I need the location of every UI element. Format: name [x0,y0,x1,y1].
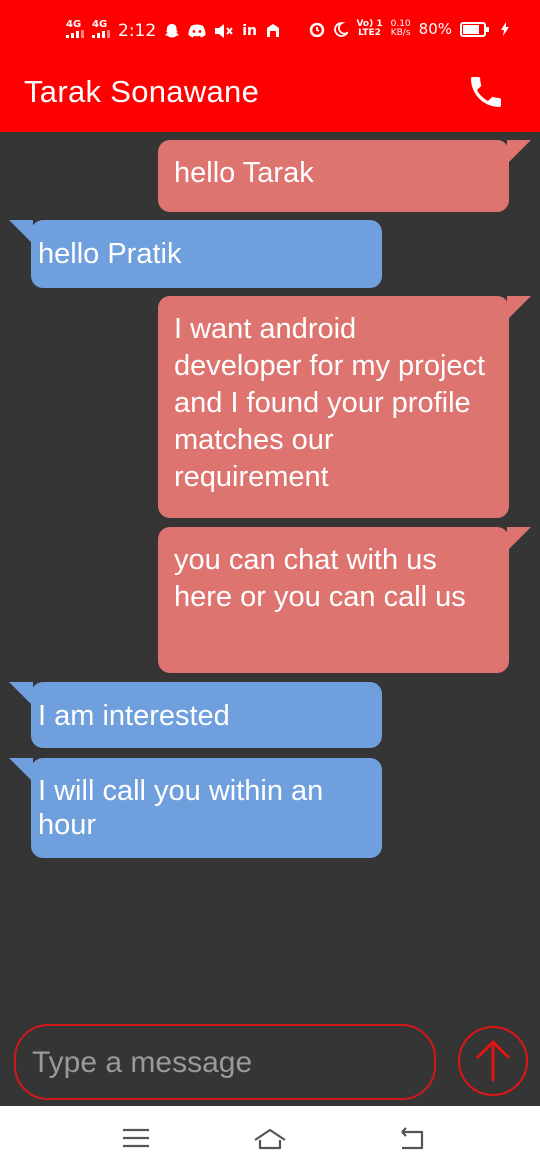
moon-icon [334,21,349,37]
home-icon [254,1128,286,1150]
sim1-signal-icon: 4G [66,20,84,41]
speed-unit: KB/s [390,28,411,38]
menu-icon [123,1128,149,1148]
status-bar-left: 4G 4G 2:12 in [66,20,281,41]
back-button[interactable] [394,1122,430,1154]
sent-message-bubble[interactable]: you can chat with us here or you can cal… [158,527,531,673]
network-type: Vo) 1 LTE2 [356,20,382,38]
status-bar-right: Vo) 1 LTE2 0.10 KB/s 80% [309,20,510,38]
message-text: I am interested [38,700,230,732]
back-icon [401,1127,424,1150]
phone-icon [471,77,501,107]
alarm-icon [310,22,325,37]
received-message-bubble[interactable]: I am interested [9,682,382,748]
call-button[interactable] [466,72,506,112]
sent-message-bubble[interactable]: hello Tarak [158,140,531,212]
status-time: 2:12 [118,20,157,41]
sim1-label: 4G [66,19,82,30]
message-text: hello Tarak [174,157,314,189]
linkedin-icon: in [242,22,257,39]
battery-fill [463,24,479,34]
chat-title: Tarak Sonawane [24,74,260,109]
sent-message-bubble[interactable]: I want android developer for my project … [158,296,531,518]
battery-percent: 80% [418,20,452,38]
app-bar: 4G 4G 2:12 in Vo) 1 LTE2 0.10 KB/s 80% T… [0,0,540,132]
message-text: you can chat with us here or you can cal… [174,544,466,613]
mute-icon [215,23,233,38]
signal-bars-icon [92,30,110,38]
status-bar: 4G 4G 2:12 in Vo) 1 LTE2 0.10 KB/s 80% [0,0,540,60]
message-input[interactable] [30,1038,426,1088]
notification-icon [266,23,279,37]
message-text: I will call you within an hour [38,775,324,841]
system-nav-bar [0,1106,540,1170]
message-text: hello Pratik [38,238,182,270]
recent-apps-button[interactable] [118,1122,154,1154]
sim2-signal-icon: 4G [92,20,110,41]
battery-icon [460,21,489,37]
discord-icon [188,24,206,37]
charging-icon [501,22,509,36]
send-button[interactable] [458,1026,528,1096]
message-text: I want android developer for my project … [174,313,486,493]
lte-label: LTE2 [358,28,381,38]
network-speed: 0.10 KB/s [391,20,411,38]
received-message-bubble[interactable]: hello Pratik [9,220,382,288]
sim2-label: 4G [92,19,108,30]
received-message-bubble[interactable]: I will call you within an hour [9,758,382,858]
snapchat-icon [165,23,180,37]
arrow-up-icon [476,1040,510,1082]
signal-bars-icon [66,30,84,38]
message-input-container[interactable] [14,1024,436,1100]
home-button[interactable] [252,1122,288,1154]
